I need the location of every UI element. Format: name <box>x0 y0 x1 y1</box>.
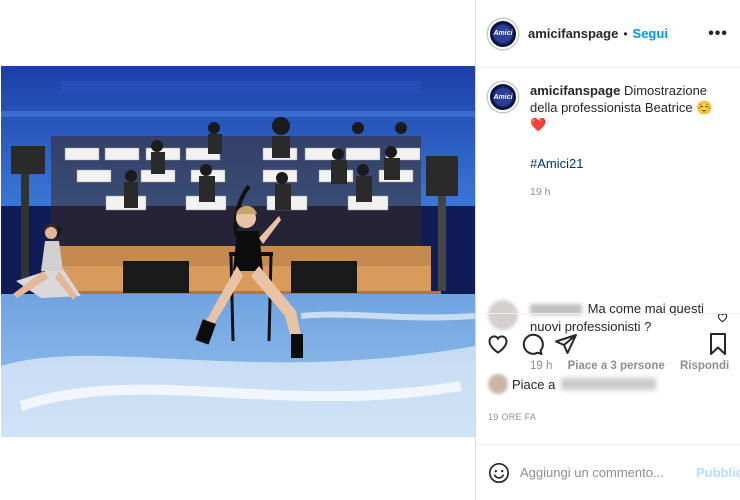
media-pane <box>0 0 476 500</box>
likes-prefix: Piace a <box>512 376 556 392</box>
post-header: Amici amicifanspage • Segui ••• <box>476 0 740 68</box>
more-icon[interactable]: ••• <box>708 25 728 43</box>
caption-avatar[interactable]: Amici <box>488 82 518 112</box>
comments-section: Amici amicifanspage Dimostrazione della … <box>476 68 740 372</box>
post-date[interactable]: 19 ORE FA <box>488 412 536 422</box>
post-image[interactable] <box>1 66 475 437</box>
caption: Amici amicifanspage Dimostrazione della … <box>488 82 728 201</box>
caption-avatar-logo-text: Amici <box>493 93 513 101</box>
post-username[interactable]: amicifanspage <box>528 26 618 41</box>
emoji-icon[interactable] <box>488 462 510 484</box>
action-bar <box>476 313 740 373</box>
liker-avatar[interactable] <box>488 374 508 394</box>
bookmark-icon[interactable] <box>706 332 730 356</box>
comment-icon[interactable] <box>520 332 544 356</box>
share-icon[interactable] <box>554 332 578 356</box>
avatar-logo-text: Amici <box>493 30 513 37</box>
post-sidebar: Amici amicifanspage • Segui ••• Amici am… <box>476 0 740 500</box>
liker-username-blurred[interactable] <box>561 378 657 390</box>
caption-body: amicifanspage Dimostrazione della profes… <box>530 82 728 201</box>
publish-button[interactable]: Pubblica <box>696 465 740 480</box>
comment-input[interactable] <box>520 465 696 480</box>
caption-hashtag[interactable]: #Amici21 <box>530 155 728 172</box>
studio-dance-photo <box>1 66 475 437</box>
avatar[interactable]: Amici <box>488 18 518 49</box>
likes-summary: Piace a <box>488 374 657 394</box>
caption-username[interactable]: amicifanspage <box>530 83 620 98</box>
heart-icon[interactable] <box>486 332 510 356</box>
follow-button[interactable]: Segui <box>633 26 668 41</box>
caption-time: 19 h <box>530 186 551 198</box>
separator-dot: • <box>623 26 628 41</box>
add-comment-bar: Pubblica <box>476 444 740 500</box>
